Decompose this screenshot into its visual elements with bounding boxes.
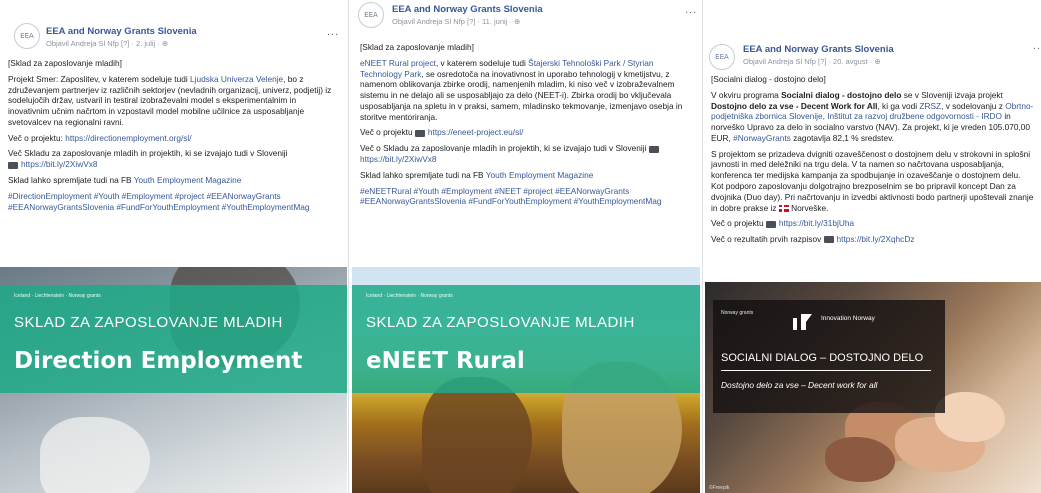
grants-logo: Iceland · Liechtenstein · Norway grants (366, 293, 453, 299)
laptop-shape (40, 417, 150, 493)
project-page-link[interactable]: eNEET Rural project (360, 58, 436, 68)
post-paragraph: eNEET Rural project, v katerem sodeluje … (360, 57, 683, 122)
more-icon[interactable]: ... (685, 4, 697, 16)
title-banner: Norway grants Innovation Norway SOCIALNI… (713, 300, 945, 413)
mention-link[interactable]: ZRSZ (919, 101, 941, 111)
post-text: [Sklad za zaposlovanje mladih] Projekt S… (8, 58, 339, 217)
post-header: EEA EEA and Norway Grants Slovenia Objav… (0, 0, 347, 49)
subtitle: Dostojno delo za vse – Decent work for a… (721, 380, 878, 390)
innovation-norway-label: Innovation Norway (821, 315, 875, 322)
project-link[interactable]: https://directionemployment.org/sl/ (65, 133, 191, 143)
title-band: Iceland · Liechtenstein · Norway grants … (352, 285, 700, 393)
post-paragraph: Več o Skladu za zaposlovanje mladih in p… (360, 143, 692, 165)
hashtag-link[interactable]: #NorwayGrants (733, 133, 791, 143)
divider (702, 0, 703, 493)
short-link[interactable]: https://bit.ly/2XiwVx8 (360, 154, 437, 164)
post-image[interactable]: Iceland · Liechtenstein · Norway grants … (0, 267, 347, 493)
norway-flag-icon (778, 204, 789, 212)
title-underline (721, 370, 931, 371)
post-paragraph: S projektom se prizadeva dvigniti ozaveš… (711, 148, 1034, 213)
post-eneet-rural: EEA EEA and Norway Grants Slovenia Objav… (352, 0, 700, 493)
post-paragraph: Sklad lahko spremljate tudi na FB Youth … (8, 175, 242, 186)
mention-link[interactable]: Ljudska Univerza Velenje (190, 74, 283, 84)
project-name: Direction Employment (14, 348, 303, 374)
band-title: SOCIALNI DIALOG – DOSTOJNO DELO (721, 352, 924, 364)
post-paragraph: Več Skladu za zaposlovanje mladih in pro… (8, 148, 288, 170)
divider (348, 0, 349, 493)
post-paragraph: V okviru programa Socialni dialog - dost… (711, 89, 1034, 143)
page-avatar[interactable]: EEA (14, 23, 40, 49)
more-icon[interactable]: ... (327, 26, 339, 38)
post-image[interactable]: Norway grants Innovation Norway SOCIALNI… (705, 282, 1041, 493)
project-link[interactable]: https://bit.ly/31bjUha (779, 218, 854, 228)
link-icon (414, 129, 425, 137)
page-link[interactable]: Youth Employment Magazine (486, 170, 594, 180)
grants-logo: Iceland · Liechtenstein · Norway grants (14, 293, 101, 299)
hashtags[interactable]: #DirectionEmployment #Youth #Employment … (8, 191, 339, 213)
band-title: SKLAD ZA ZAPOSLOVANJE MLADIH (14, 314, 283, 331)
project-name: eNEET Rural (366, 348, 525, 374)
title-band: Iceland · Liechtenstein · Norway grants … (0, 285, 347, 393)
link-icon (648, 145, 659, 153)
page-avatar[interactable]: EEA (358, 2, 384, 28)
post-paragraph: Več o rezultatih prvih razpisov https://… (711, 234, 915, 245)
post-paragraph: Več o projektu: https://directionemploym… (8, 132, 192, 143)
link-icon (823, 236, 834, 244)
globe-icon: ⊕ (161, 39, 169, 48)
post-title: [Socialni dialog - dostojno delo] (711, 74, 826, 84)
post-image[interactable]: Iceland · Liechtenstein · Norway grants … (352, 267, 700, 493)
post-meta: Objavil Andreja Sl Nfp [?] · 11. junij ·… (392, 17, 521, 26)
post-paragraph: Več o projektu https://bit.ly/31bjUha (711, 218, 855, 229)
more-icon[interactable]: ... (1033, 40, 1041, 52)
short-link[interactable]: https://bit.ly/2XiwVx8 (21, 159, 98, 169)
band-title: SKLAD ZA ZAPOSLOVANJE MLADIH (366, 314, 635, 331)
post-meta: Objavil Andreja Sl Nfp [?] · 20. avgust … (743, 57, 881, 66)
post-socialni-dialog: EEA EEA and Norway Grants Slovenia Objav… (705, 0, 1041, 493)
image-credit: ©Freepik (709, 485, 730, 491)
post-title: [Sklad za zaposlovanje mladih] (360, 42, 474, 52)
hands-shape (935, 392, 1005, 442)
results-link[interactable]: https://bit.ly/2XqhcDz (837, 234, 915, 244)
page-name[interactable]: EEA and Norway Grants Slovenia (743, 44, 894, 55)
post-text: [Sklad za zaposlovanje mladih] eNEET Rur… (360, 42, 692, 212)
innovation-norway-logo-icon (793, 314, 812, 330)
link-icon (8, 161, 18, 169)
post-paragraph: Sklad lahko spremljate tudi na FB Youth … (360, 169, 594, 180)
post-title: [Sklad za zaposlovanje mladih] (8, 58, 122, 68)
grants-logo: Norway grants (721, 310, 754, 316)
post-header: EEA EEA and Norway Grants Slovenia Objav… (705, 0, 1041, 70)
page-name[interactable]: EEA and Norway Grants Slovenia (392, 4, 543, 15)
post-direction-employment: EEA EEA and Norway Grants Slovenia Objav… (0, 0, 347, 493)
post-paragraph: Več o projektu https://eneet-project.eu/… (360, 127, 524, 138)
post-text: [Socialni dialog - dostojno delo] V okvi… (711, 74, 1035, 250)
link-icon (765, 220, 776, 228)
project-link[interactable]: https://eneet-project.eu/sl/ (428, 127, 523, 137)
post-meta: Objavil Andreja Sl Nfp [?] · 2. julij · … (46, 39, 169, 48)
globe-icon: ⊕ (874, 57, 881, 66)
page-avatar[interactable]: EEA (709, 44, 735, 70)
hashtags[interactable]: #eNEETRural #Youth #Employment #NEET #pr… (360, 186, 692, 208)
post-paragraph: Projekt Smer: Zaposlitev, v katerem sode… (8, 73, 332, 127)
post-header: EEA EEA and Norway Grants Slovenia Objav… (352, 0, 700, 42)
page-link[interactable]: Youth Employment Magazine (134, 175, 242, 185)
person-hair-left (422, 377, 532, 493)
globe-icon: ⊕ (514, 17, 521, 26)
page-name[interactable]: EEA and Norway Grants Slovenia (46, 26, 197, 37)
